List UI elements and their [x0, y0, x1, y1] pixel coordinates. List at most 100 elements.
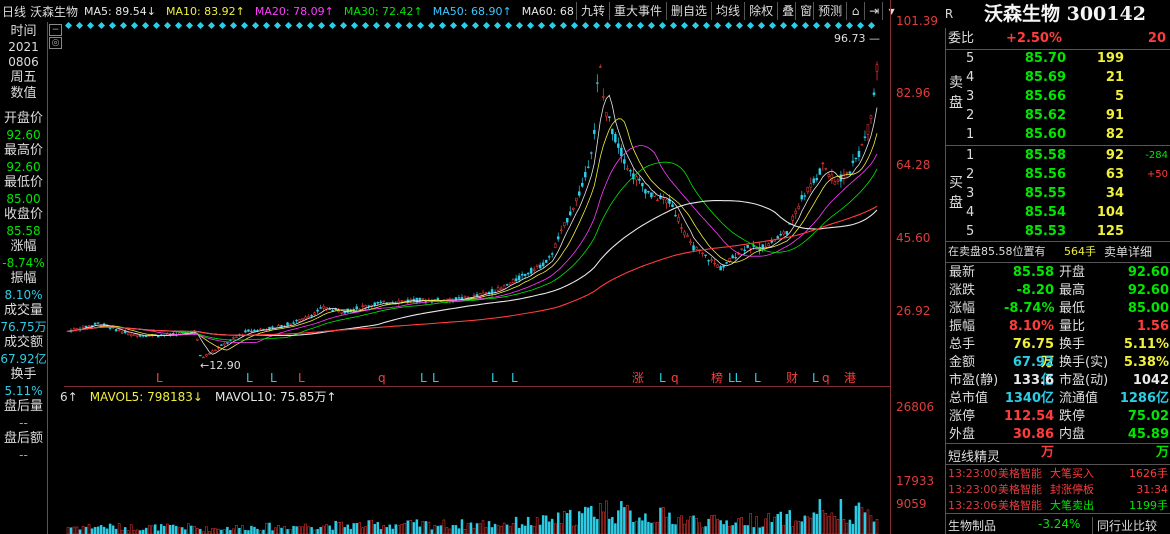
level-change: -284	[1145, 150, 1168, 161]
quote-label: 涨幅	[949, 301, 976, 316]
toolbar-button[interactable]: ⌂	[846, 2, 864, 20]
volume-bar	[764, 518, 767, 534]
period-label[interactable]: 日线	[2, 3, 26, 20]
sell-level-row[interactable]: 1 85.60 82	[946, 126, 1170, 144]
toolbar-button[interactable]: 叠	[777, 2, 795, 20]
volume-bar	[199, 528, 202, 534]
volume-bar	[319, 526, 322, 534]
volume-bar	[779, 511, 783, 534]
volume-bar	[605, 500, 608, 534]
toolbar-button[interactable]: 预测	[813, 2, 846, 20]
volume-bar	[196, 528, 199, 534]
volume-bar	[851, 523, 855, 534]
event-diamond	[196, 22, 205, 30]
volume-bar	[99, 525, 103, 534]
volume-bar	[523, 525, 527, 534]
toolbar-button[interactable]: 删自选	[666, 2, 711, 20]
zoom-out-icon[interactable]: −	[49, 24, 62, 36]
field-label: 盘后量	[3, 399, 43, 414]
volume-bar	[872, 521, 876, 534]
volume-bar	[716, 518, 719, 534]
sprite-event[interactable]: 13:23:00 美格智能 大笔买入 1626手	[946, 466, 1170, 482]
event-time: 13:23:00	[948, 467, 998, 480]
volume-bar	[701, 527, 704, 534]
candle-body	[304, 316, 307, 320]
level-volume: 91	[1105, 108, 1124, 123]
event-diamond	[790, 22, 799, 30]
value-label: 数值	[10, 86, 37, 101]
volume-bar	[644, 513, 647, 534]
volume-bar	[587, 507, 590, 534]
buy-level-row[interactable]: 5 85.53 125	[946, 223, 1170, 241]
quote-label: 最低	[1059, 301, 1086, 316]
volume-bar	[406, 520, 410, 534]
candle-body	[638, 178, 641, 181]
candle-body	[132, 333, 136, 337]
event-diamond	[504, 22, 513, 30]
buy-level-row[interactable]: 2 85.56 63 +50	[946, 166, 1170, 184]
sprite-event[interactable]: 13:23:06 美格智能 大笔卖出 1199手	[946, 498, 1170, 514]
quote-label: 涨停	[949, 409, 976, 424]
buy-level-row[interactable]: 3 85.55 34	[946, 185, 1170, 203]
candle-body	[463, 295, 467, 298]
volume-bar	[220, 529, 223, 534]
kline-chart[interactable]: 96.73 —←12.90L L L Lq L L L L 涨 Lq 榜 LL L 财 Lq 港	[64, 22, 890, 534]
toolbar-button[interactable]: 九转	[576, 2, 609, 20]
volume-bar	[147, 525, 151, 534]
target-icon[interactable]: ◎	[49, 37, 62, 49]
buy-level-row[interactable]: 4 85.54 104	[946, 204, 1170, 222]
volume-bar	[803, 515, 807, 534]
candle-body	[800, 195, 804, 200]
candle-body	[553, 243, 557, 248]
candle-body	[818, 168, 822, 175]
sell-detail-button[interactable]: 卖单详细	[1104, 243, 1152, 261]
sell-level-row[interactable]: 5 85.70 199	[946, 50, 1170, 68]
event-diamond	[625, 22, 634, 30]
high-annotation: 96.73 —	[834, 32, 880, 45]
candle-body	[872, 92, 876, 96]
candle-body	[319, 307, 322, 309]
level-price: 85.70	[1024, 51, 1066, 66]
candle-body	[845, 172, 849, 174]
volume-bar	[466, 523, 470, 534]
event-diamond	[746, 22, 755, 30]
candle-body	[848, 171, 852, 174]
sell-level-row[interactable]: 3 85.66 5	[946, 88, 1170, 106]
toolbar-button[interactable]: 除权	[744, 2, 777, 20]
volume-bar	[538, 524, 542, 534]
volume-bar	[565, 513, 569, 534]
toolbar-button[interactable]: 窗	[795, 2, 813, 20]
sprite-title[interactable]: 短线精灵	[948, 446, 1000, 465]
volume-bar	[211, 528, 214, 534]
candle-body	[770, 240, 773, 243]
quote-label: 最新	[949, 265, 976, 280]
sell-level-row[interactable]: 2 85.62 91	[946, 107, 1170, 125]
event-marker: L	[432, 371, 439, 385]
volume-bar	[800, 521, 804, 534]
candle-body	[571, 207, 575, 210]
quote-row: 涨幅 -8.74% 最低 85.00	[946, 300, 1170, 318]
candle-body	[156, 335, 160, 338]
toolbar-button[interactable]: 均线	[711, 2, 744, 20]
quote-label: 最高	[1059, 283, 1086, 298]
sell-level-row[interactable]: 4 85.69 21	[946, 69, 1170, 87]
industry-compare-button[interactable]: 同行业比较	[1092, 517, 1157, 534]
volume-bar	[238, 527, 241, 534]
field-value: 67.92亿	[0, 352, 47, 366]
candle-body	[875, 64, 879, 72]
sector-name[interactable]: 生物制品	[948, 517, 996, 534]
buy-level-row[interactable]: 1 85.58 92 -284	[946, 147, 1170, 165]
quote-label: 跌停	[1059, 409, 1086, 424]
axis-tick-label: 64.28	[896, 158, 931, 172]
toolbar-button[interactable]: 重大事件	[609, 2, 666, 20]
volume-bar	[403, 522, 407, 534]
volume-bar	[671, 523, 674, 534]
event-diamond	[757, 22, 766, 30]
event-vol: 1626手	[1129, 467, 1168, 480]
volume-bar	[277, 525, 280, 534]
toolbar-button[interactable]: ⇥	[864, 2, 882, 20]
volume-bar	[367, 520, 370, 534]
quote-value: 5.38%	[1123, 355, 1169, 370]
sprite-event[interactable]: 13:23:00 美格智能 封涨停板 31:34	[946, 482, 1170, 498]
quote-value: -8.74%	[1004, 301, 1055, 316]
